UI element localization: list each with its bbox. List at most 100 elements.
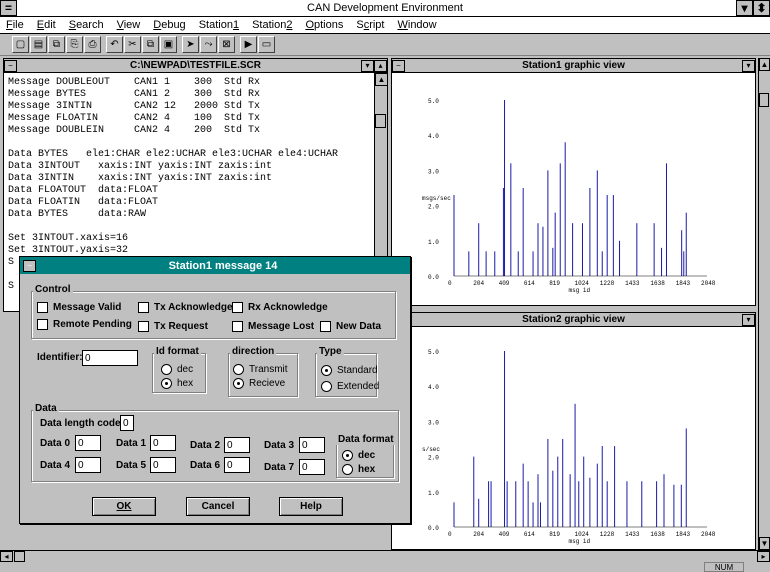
remote-pending-checkbox[interactable]: Remote Pending [37, 319, 132, 330]
data1-label: Data 1 [116, 438, 147, 449]
menu-item-1[interactable]: Edit [31, 19, 63, 31]
identifier-input[interactable] [82, 350, 138, 366]
menu-item-2[interactable]: Search [63, 19, 111, 31]
hscroll-thumb[interactable] [14, 551, 25, 562]
data-format-hex-radio[interactable]: hex [342, 464, 375, 475]
message-lost-label: Message Lost [248, 321, 315, 332]
menu-item-0[interactable]: File [0, 19, 31, 31]
data6-input[interactable] [224, 457, 250, 473]
direction-transmit-radio[interactable]: Transmit [233, 364, 288, 375]
cursor-icon[interactable]: ➤ [182, 36, 199, 53]
code-line: Data BYTES data:RAW [8, 209, 147, 220]
copy2-icon[interactable]: ⧉ [142, 36, 159, 53]
station1-message-dialog: − Station1 message 14 Control Message Va… [19, 256, 411, 524]
system-menu-button[interactable]: = [0, 0, 17, 16]
window-icon[interactable]: ▭ [258, 36, 275, 53]
num-lock-indicator: NUM [704, 562, 744, 572]
checkbox-box[interactable] [138, 321, 149, 332]
frame-scroll-right-icon[interactable]: ▸ [757, 551, 770, 562]
radio-circle[interactable] [233, 364, 244, 375]
id-format-label: Id format [154, 346, 201, 357]
graph2-minimize-button[interactable]: ▾ [742, 313, 755, 326]
graph1-system-menu[interactable]: − [392, 59, 405, 72]
data3-input[interactable] [299, 437, 325, 453]
dialog-title: Station1 message 14 [168, 259, 278, 272]
dialog-system-menu[interactable]: − [23, 259, 36, 272]
open-file-icon[interactable]: ▤ [30, 36, 47, 53]
cancel-button[interactable]: Cancel [186, 497, 250, 516]
tx-ack-checkbox[interactable]: Tx Acknowledge [138, 302, 233, 313]
print-icon[interactable]: ⎙ [84, 36, 101, 53]
data7-input[interactable] [299, 459, 325, 475]
radio-circle[interactable] [233, 378, 244, 389]
help-button[interactable]: Help [279, 497, 343, 516]
data-format-dec-radio[interactable]: dec [342, 450, 375, 461]
data1-input[interactable] [150, 435, 176, 451]
frame-scroll-left-icon[interactable]: ◂ [0, 551, 13, 562]
new-data-checkbox[interactable]: New Data [320, 321, 381, 332]
direction-recieve-radio[interactable]: Recieve [233, 378, 285, 389]
checkbox-box[interactable] [37, 302, 48, 313]
menu-item-9[interactable]: Window [391, 19, 443, 31]
data5-input[interactable] [150, 457, 176, 473]
radio-circle[interactable] [321, 381, 332, 392]
frame-hscroll[interactable]: ◂ ▸ [0, 550, 770, 562]
data2-input[interactable] [224, 437, 250, 453]
cut-icon[interactable]: ✂ [124, 36, 141, 53]
editor-maximize-button[interactable]: ▴ [374, 59, 387, 72]
scroll-up-arrow-icon[interactable]: ▲ [375, 73, 387, 86]
checkbox-box[interactable] [138, 302, 149, 313]
station2-chart: 5.0 4.0 3.0 2.0 1.0 0.0 0 204 409 614 819 1024 1228 1… [422, 349, 716, 545]
type-extended-radio[interactable]: Extended [321, 381, 379, 392]
editor-minimize-button[interactable]: ▾ [361, 59, 374, 72]
checkbox-box[interactable] [232, 302, 243, 313]
message-valid-checkbox[interactable]: Message Valid [37, 302, 121, 313]
menu-item-3[interactable]: View [111, 19, 148, 31]
copy-icon[interactable]: ⧉ [48, 36, 65, 53]
radio-circle[interactable] [321, 365, 332, 376]
frame-scroll-up-icon[interactable]: ▲ [759, 58, 770, 71]
code-line: Set 3INTOUT.xaxis=16 [8, 233, 129, 244]
graph1-minimize-button[interactable]: ▾ [742, 59, 755, 72]
undo-icon[interactable]: ↶ [106, 36, 123, 53]
run-icon[interactable]: ▶ [240, 36, 257, 53]
checkbox-box[interactable] [232, 321, 243, 332]
y-tick-label: 5.0 [428, 349, 439, 356]
tx-request-checkbox[interactable]: Tx Request [138, 321, 208, 332]
radio-circle[interactable] [161, 364, 172, 375]
clipboard-icon[interactable]: ▣ [160, 36, 177, 53]
ok-button[interactable]: OK [92, 497, 156, 516]
message-lost-checkbox[interactable]: Message Lost [232, 321, 314, 332]
menu-item-5[interactable]: Station1 [193, 19, 246, 31]
checkbox-box[interactable] [37, 319, 48, 330]
id-format-hex-radio[interactable]: hex [161, 378, 193, 389]
radio-circle[interactable] [342, 464, 353, 475]
data0-input[interactable] [75, 435, 101, 451]
radio-circle[interactable] [161, 378, 172, 389]
dlc-input[interactable] [120, 415, 134, 431]
menu-item-7[interactable]: Options [299, 19, 350, 31]
data4-input[interactable] [75, 457, 101, 473]
menu-item-4[interactable]: Debug [147, 19, 192, 31]
app-title: CAN Development Environment [307, 2, 463, 14]
type-standard-radio[interactable]: Standard [321, 365, 378, 376]
stop-icon[interactable]: ⊠ [218, 36, 235, 53]
restore-button[interactable]: ⬍ [753, 0, 770, 16]
rx-ack-checkbox[interactable]: Rx Acknowledge [232, 302, 328, 313]
step-icon[interactable]: ⤳ [200, 36, 217, 53]
paste-icon[interactable]: ⎘ [66, 36, 83, 53]
radio-circle[interactable] [342, 450, 353, 461]
menu-item-8[interactable]: Script [350, 19, 391, 31]
frame-scroll-thumb[interactable] [759, 93, 769, 107]
checkbox-box[interactable] [320, 321, 331, 332]
scroll-thumb[interactable] [375, 114, 386, 128]
editor-title-bar: − C:\NEWPAD\TESTFILE.SCR ▾ ▴ [4, 59, 387, 73]
menu-item-6[interactable]: Station2 [246, 19, 299, 31]
x-tick-label: 409 [499, 531, 510, 538]
id-format-dec-radio[interactable]: dec [161, 364, 193, 375]
frame-scroll-down-icon[interactable]: ▼ [759, 537, 770, 550]
minimize-button[interactable]: ▾ [736, 0, 753, 16]
new-file-icon[interactable]: ▢ [12, 36, 29, 53]
frame-vscroll[interactable]: ▲ ▼ [758, 58, 770, 550]
editor-system-menu[interactable]: − [4, 59, 17, 72]
